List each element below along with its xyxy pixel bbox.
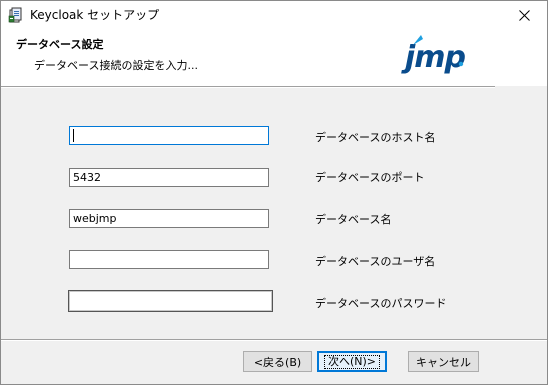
db-port-label: データベースのポート (315, 171, 425, 184)
svg-text:jmp: jmp (401, 40, 466, 75)
db-host-input[interactable] (69, 126, 269, 145)
db-name-label: データベース名 (315, 213, 392, 226)
db-host-label: データベースのホスト名 (315, 131, 436, 144)
db-port-input[interactable] (69, 168, 269, 187)
header-banner: データベース設定 データベース接続の設定を入力... jmp (1, 30, 547, 86)
jmp-logo: jmp (401, 35, 467, 75)
close-button[interactable] (501, 1, 547, 30)
next-button[interactable]: 次へ(N)> (317, 351, 387, 372)
title-bar[interactable]: Keycloak セットアップ (1, 1, 547, 30)
cancel-button[interactable]: キャンセル (408, 351, 479, 372)
page-title: データベース設定 (16, 38, 104, 51)
installer-icon (8, 7, 22, 23)
back-button[interactable]: <戻る(B) (243, 351, 312, 372)
page-subtitle: データベース接続の設定を入力... (34, 59, 198, 72)
db-user-label: データベースのユーザ名 (315, 255, 436, 268)
db-user-input[interactable] (69, 250, 269, 269)
text-caret (73, 129, 74, 142)
footer-divider (1, 339, 547, 341)
db-password-label: データベースのパスワード (315, 297, 447, 310)
setup-window: Keycloak セットアップ データベース設定 データベース接続の設定を入力.… (0, 0, 548, 385)
header-divider (1, 86, 495, 88)
db-password-input[interactable] (68, 290, 273, 312)
close-icon (518, 10, 530, 21)
window-title: Keycloak セットアップ (30, 8, 160, 22)
db-name-input[interactable] (69, 209, 269, 228)
next-button-label: 次へ(N)> (323, 354, 381, 369)
